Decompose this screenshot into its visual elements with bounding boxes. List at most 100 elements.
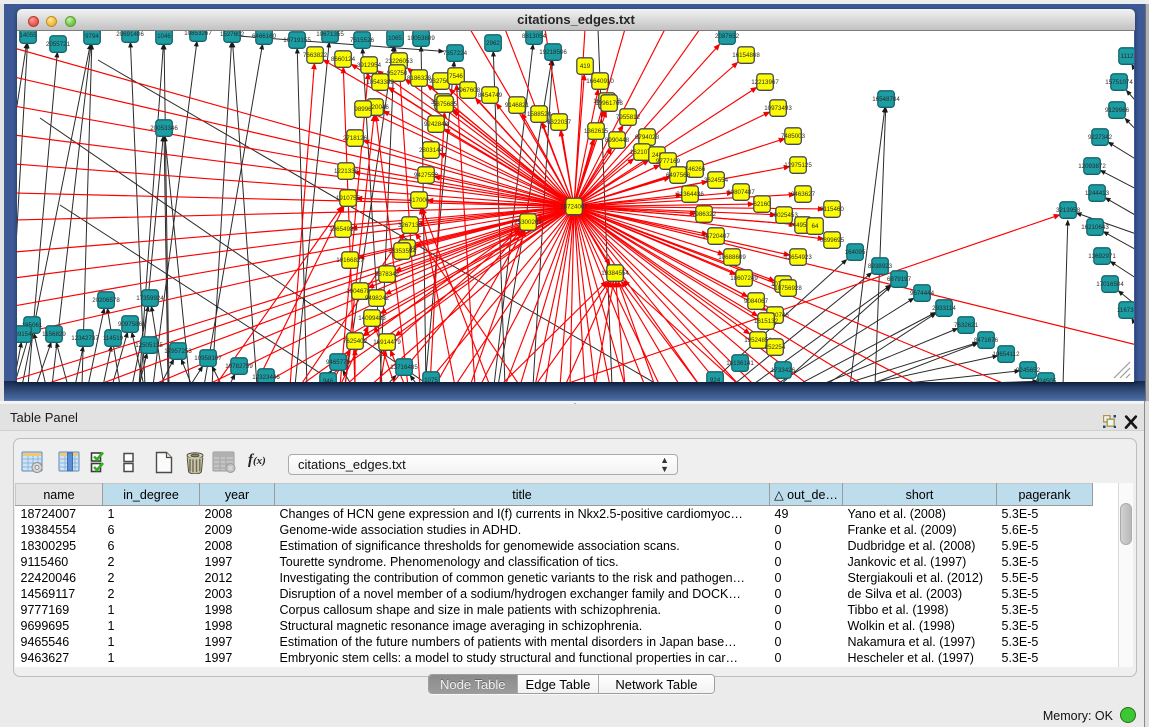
svg-text:10025453: 10025453 <box>770 212 798 219</box>
svg-text:16210643: 16210643 <box>1081 224 1109 231</box>
svg-text:12093872: 12093872 <box>1078 163 1106 170</box>
svg-text:9463627: 9463627 <box>791 191 816 198</box>
svg-text:21364436: 21364436 <box>676 191 704 198</box>
svg-text:1588520: 1588520 <box>527 111 552 118</box>
svg-text:7357224: 7357224 <box>443 50 468 57</box>
svg-text:9777169: 9777169 <box>656 158 681 165</box>
svg-text:98996: 98996 <box>354 106 372 113</box>
svg-text:10961768: 10961768 <box>595 100 623 107</box>
svg-text:924505: 924505 <box>1036 378 1057 382</box>
svg-text:16548784: 16548784 <box>872 96 900 103</box>
svg-text:15720407: 15720407 <box>702 233 730 240</box>
svg-text:19384554: 19384554 <box>601 270 629 277</box>
svg-text:13716485: 13716485 <box>390 364 418 371</box>
svg-text:3912954: 3912954 <box>357 62 382 69</box>
svg-text:17957253: 17957253 <box>164 348 192 355</box>
svg-text:9146821: 9146821 <box>505 102 530 109</box>
svg-text:13353594: 13353594 <box>388 248 416 255</box>
svg-text:20206578: 20206578 <box>92 297 120 304</box>
svg-text:62160: 62160 <box>753 201 771 208</box>
svg-text:25300203: 25300203 <box>514 219 542 226</box>
svg-text:2718126: 2718126 <box>343 135 368 142</box>
svg-text:1362615: 1362615 <box>584 128 609 135</box>
svg-text:10807487: 10807487 <box>727 189 755 196</box>
svg-text:9427552: 9427552 <box>414 172 439 179</box>
svg-text:8938923: 8938923 <box>868 263 893 270</box>
svg-text:16640910: 16640910 <box>586 78 614 85</box>
svg-text:3878342: 3878342 <box>375 271 400 278</box>
svg-text:12342737: 12342737 <box>71 335 99 342</box>
svg-text:14099483: 14099483 <box>358 315 386 322</box>
svg-text:7485003: 7485003 <box>781 133 806 140</box>
svg-text:10782759: 10782759 <box>225 363 253 370</box>
svg-text:8813054: 8813054 <box>522 33 547 40</box>
svg-text:1221338: 1221338 <box>334 168 359 175</box>
svg-text:8186328: 8186328 <box>407 75 432 82</box>
svg-text:16154808: 16154808 <box>732 52 760 59</box>
svg-text:20053346: 20053346 <box>150 125 178 132</box>
svg-text:6879197: 6879197 <box>887 276 912 283</box>
svg-text:39154: 39154 <box>17 331 32 338</box>
svg-text:1075: 1075 <box>424 377 438 382</box>
svg-text:8660124: 8660124 <box>331 56 356 63</box>
svg-text:18607249: 18607249 <box>730 275 758 282</box>
svg-text:10688609: 10688609 <box>718 254 746 261</box>
svg-text:9674444: 9674444 <box>910 290 935 297</box>
svg-text:14055: 14055 <box>19 32 37 39</box>
svg-text:13692971: 13692971 <box>1088 253 1116 260</box>
svg-text:2087652: 2087652 <box>715 33 740 40</box>
svg-text:9242848: 9242848 <box>424 121 449 128</box>
svg-text:0899695: 0899695 <box>820 237 845 244</box>
svg-text:252254: 252254 <box>765 344 786 351</box>
svg-text:946: 946 <box>323 378 334 382</box>
svg-text:19166827: 19166827 <box>336 257 364 264</box>
svg-text:7663822: 7663822 <box>303 52 328 59</box>
svg-text:6794028: 6794028 <box>635 134 660 141</box>
svg-text:17359924: 17359924 <box>136 295 164 302</box>
svg-text:7955812: 7955812 <box>616 114 641 121</box>
svg-text:1112: 1112 <box>1121 53 1134 60</box>
svg-text:3624554: 3624554 <box>704 177 729 184</box>
svg-text:2967608: 2967608 <box>456 87 481 94</box>
svg-text:417006: 417006 <box>409 197 430 204</box>
svg-text:9227342: 9227342 <box>1088 134 1113 141</box>
svg-text:1046: 1046 <box>157 33 171 40</box>
svg-text:16914479: 16914479 <box>373 339 401 346</box>
svg-text:2803144: 2803144 <box>419 147 444 154</box>
svg-text:13654923: 13654923 <box>784 254 812 261</box>
svg-text:12213967: 12213967 <box>751 79 779 86</box>
svg-text:6466160: 6466160 <box>252 33 277 40</box>
svg-text:64: 64 <box>812 223 819 230</box>
svg-text:7546: 7546 <box>449 73 463 80</box>
svg-text:17016504: 17016504 <box>1096 281 1124 288</box>
svg-text:9129966: 9129966 <box>1105 107 1130 114</box>
svg-text:10053809: 10053809 <box>407 35 435 42</box>
svg-text:12505135: 12505135 <box>135 342 163 349</box>
svg-text:6322037: 6322037 <box>547 119 572 126</box>
svg-text:9115460: 9115460 <box>820 206 844 213</box>
svg-text:18724007: 18724007 <box>560 204 588 211</box>
svg-text:8990448: 8990448 <box>605 137 630 144</box>
svg-text:8454749: 8454749 <box>478 92 503 99</box>
svg-text:164095: 164095 <box>845 249 866 256</box>
svg-text:6497568: 6497568 <box>666 172 691 179</box>
svg-text:1156829: 1156829 <box>42 331 66 338</box>
svg-text:9245652: 9245652 <box>1016 367 1041 374</box>
svg-text:3267130: 3267130 <box>398 222 423 229</box>
svg-text:2055721: 2055721 <box>46 41 71 48</box>
svg-text:19654982: 19654982 <box>329 226 357 233</box>
svg-text:9498242: 9498242 <box>365 295 390 302</box>
svg-text:114519: 114519 <box>103 335 124 342</box>
svg-text:7625402: 7625402 <box>343 338 368 345</box>
svg-text:20691406: 20691406 <box>116 31 144 38</box>
svg-text:10671355: 10671355 <box>316 31 344 38</box>
svg-text:10958107: 10958107 <box>194 355 222 362</box>
svg-text:14136141: 14136141 <box>726 360 754 367</box>
svg-text:7515526: 7515526 <box>350 37 375 44</box>
svg-text:8471676: 8471676 <box>974 337 999 344</box>
svg-text:116733: 116733 <box>1117 307 1134 314</box>
svg-text:9097586: 9097586 <box>118 321 143 328</box>
svg-text:9794: 9794 <box>85 33 99 40</box>
svg-text:924: 924 <box>710 377 721 382</box>
svg-text:1244413: 1244413 <box>1085 190 1110 197</box>
